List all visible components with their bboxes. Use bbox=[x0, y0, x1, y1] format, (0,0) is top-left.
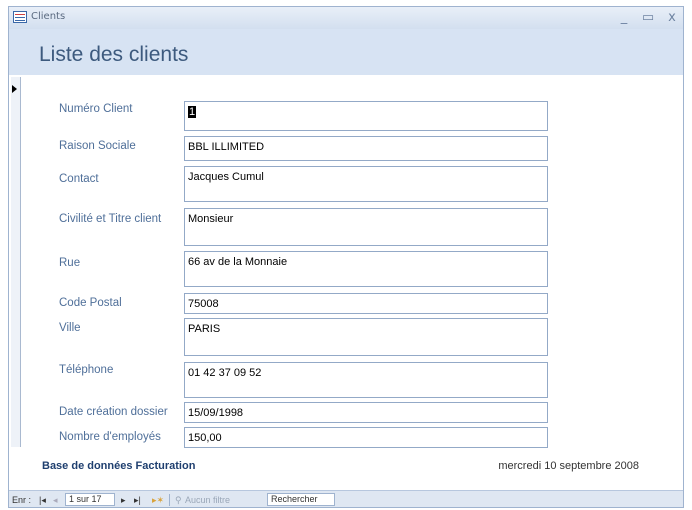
code-postal-field[interactable]: 75008 bbox=[184, 293, 548, 314]
telephone-field[interactable]: 01 42 37 09 52 bbox=[184, 362, 548, 398]
form-icon bbox=[13, 11, 27, 23]
civilite-titre-field[interactable]: Monsieur bbox=[184, 208, 548, 246]
next-record-icon[interactable]: ▸ bbox=[121, 495, 126, 506]
page-title: Liste des clients bbox=[39, 43, 189, 66]
new-record-icon[interactable]: ▸✶ bbox=[152, 495, 164, 506]
title-bar: Clients _ ▭ x bbox=[9, 7, 683, 30]
label-code-postal: Code Postal bbox=[59, 297, 122, 309]
close-icon[interactable]: x bbox=[663, 9, 681, 27]
label-rue: Rue bbox=[59, 257, 81, 269]
ville-field[interactable]: PARIS bbox=[184, 318, 548, 356]
numero-client-value: 1 bbox=[188, 106, 197, 118]
minimize-icon[interactable]: _ bbox=[615, 9, 633, 27]
label-numero-client: Numéro Client bbox=[59, 103, 133, 115]
first-record-icon[interactable]: |◂ bbox=[39, 495, 46, 506]
filter-icon[interactable]: ⚲ bbox=[175, 495, 182, 506]
contact-field[interactable]: Jacques Cumul bbox=[184, 166, 548, 202]
label-contact: Contact bbox=[59, 173, 99, 185]
maximize-icon[interactable]: ▭ bbox=[639, 9, 657, 27]
current-record-arrow-icon bbox=[12, 85, 17, 93]
label-telephone: Téléphone bbox=[59, 364, 114, 376]
window-title: Clients bbox=[31, 11, 66, 22]
record-selector[interactable] bbox=[11, 77, 21, 447]
form-header: Liste des clients bbox=[9, 29, 683, 75]
current-date: mercredi 10 septembre 2008 bbox=[498, 460, 639, 472]
rue-field[interactable]: 66 av de la Monnaie bbox=[184, 251, 548, 287]
previous-record-icon[interactable]: ◂ bbox=[53, 495, 58, 506]
record-label: Enr : bbox=[12, 495, 32, 505]
record-navigation-bar: Enr : |◂ ◂ 1 sur 17 ▸ ▸| ▸✶ ⚲ Aucun filt… bbox=[9, 490, 683, 507]
filter-status[interactable]: Aucun filtre bbox=[185, 495, 230, 506]
numero-client-field[interactable]: 1 bbox=[184, 101, 548, 131]
label-raison-sociale: Raison Sociale bbox=[59, 140, 136, 152]
nombre-employes-field[interactable]: 150,00 bbox=[184, 427, 548, 448]
label-date-creation: Date création dossier bbox=[59, 406, 168, 418]
label-ville: Ville bbox=[59, 322, 81, 334]
last-record-icon[interactable]: ▸| bbox=[134, 495, 141, 506]
search-field[interactable]: Rechercher bbox=[267, 493, 335, 506]
database-label: Base de données Facturation bbox=[42, 460, 196, 472]
date-creation-field[interactable]: 15/09/1998 bbox=[184, 402, 548, 423]
record-position-field[interactable]: 1 sur 17 bbox=[65, 493, 115, 506]
clients-window: Clients _ ▭ x Liste des clients Numéro C… bbox=[8, 6, 684, 508]
label-civilite-titre: Civilité et Titre client bbox=[59, 213, 162, 225]
raison-sociale-field[interactable]: BBL ILLIMITED bbox=[184, 136, 548, 161]
label-nombre-employes: Nombre d'employés bbox=[59, 431, 161, 443]
nav-separator bbox=[169, 494, 170, 506]
